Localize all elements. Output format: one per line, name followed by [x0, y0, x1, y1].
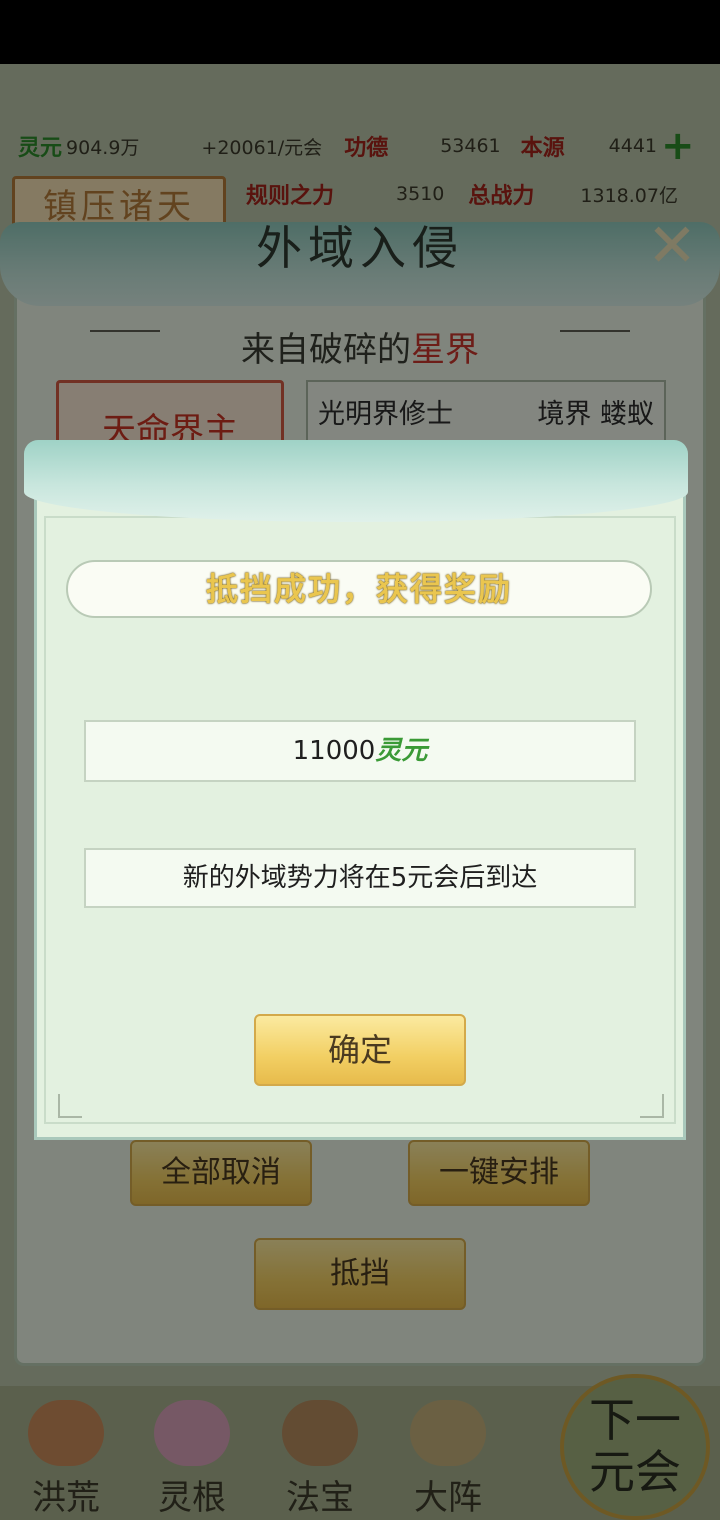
reward-field: 11000灵元 — [84, 720, 636, 782]
reward-amount: 11000 — [292, 736, 376, 766]
status-bar — [0, 0, 720, 64]
success-banner: 抵挡成功，获得奖励 — [66, 560, 652, 618]
confirm-button[interactable]: 确定 — [254, 1014, 466, 1086]
corner-ornament-left — [58, 1094, 82, 1118]
corner-ornament-right — [640, 1094, 664, 1118]
reward-unit: 灵元 — [375, 736, 428, 766]
modal-header-scroll — [24, 440, 688, 522]
next-arrival-field: 新的外域势力将在5元会后到达 — [84, 848, 636, 908]
